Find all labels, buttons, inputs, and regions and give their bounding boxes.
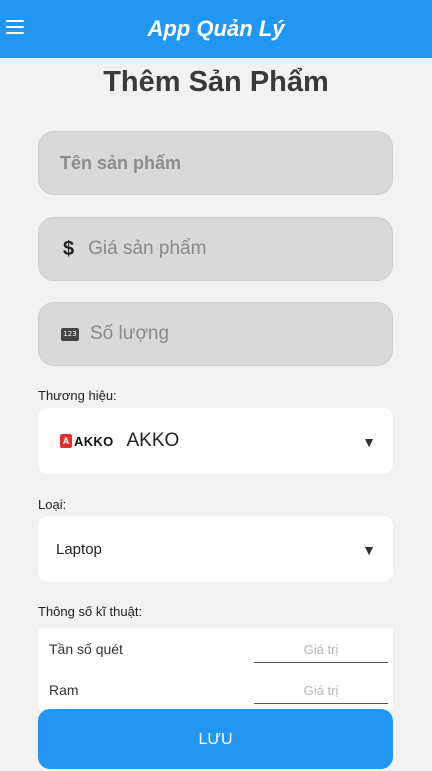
akko-logo-icon: A AKKO [60,434,113,449]
product-price-placeholder: Giá sản phẩm [88,238,207,259]
numpad-icon: 123 [61,327,79,341]
page-title: Thêm Sản Phẩm [103,66,329,98]
brand-dropdown[interactable]: A AKKO AKKO ▼ [38,408,393,474]
spec-value-input[interactable]: Giá trị [254,677,388,704]
chevron-down-icon: ▼ [362,434,376,450]
spec-value-input[interactable]: Giá trị [254,636,388,663]
spec-name: Ram [49,682,79,698]
brand-selected-value: AKKO [126,430,180,451]
type-dropdown[interactable]: Laptop ▼ [38,516,393,582]
product-name-placeholder: Tên sản phẩm [60,152,182,173]
spec-row: Tần số quét Giá trị [38,628,393,668]
spec-row: Ram Giá trị [38,669,393,709]
specs-list: Tần số quét Giá trị Ram Giá trị [38,628,393,710]
product-price-input[interactable]: $ Giá sản phẩm [38,217,393,281]
chevron-down-icon: ▼ [362,542,376,558]
type-selected-value: Laptop [56,540,102,558]
product-name-input[interactable]: Tên sản phẩm [38,131,393,195]
product-quantity-placeholder: Số lượng [90,323,170,344]
spec-name: Tần số quét [49,641,123,657]
app-title: App Quản Lý [147,16,285,41]
product-quantity-input[interactable]: 123 Số lượng [38,302,393,366]
dollar-icon: $ [63,237,75,260]
brand-logo-text: AKKO [74,433,114,449]
brand-label: Thương hiệu: [38,388,117,403]
app-bar: App Quản Lý [0,0,432,58]
specs-label: Thông số kĩ thuật: [38,604,143,619]
save-button[interactable]: LƯU [38,709,393,769]
type-label: Loại: [38,497,67,512]
